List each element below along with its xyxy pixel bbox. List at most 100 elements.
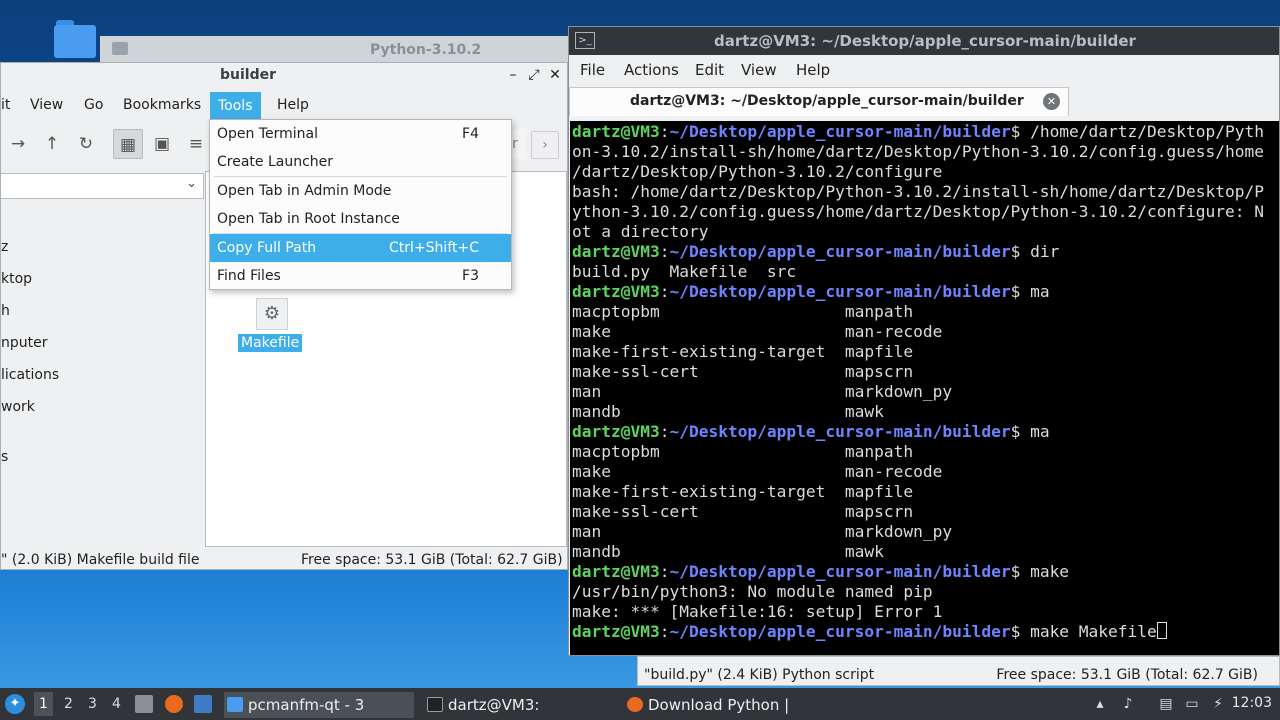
background-window-titlebar[interactable]: Python-3.10.2 — [100, 36, 570, 64]
sidebar-place-selector[interactable]: ⌄ — [1, 173, 204, 199]
menu-go[interactable]: Go — [84, 97, 103, 113]
menu-view[interactable]: View — [30, 97, 63, 113]
terminal-output-line: on-3.10.2/install-sh/home/dartz/Desktop/… — [572, 142, 1264, 161]
terminal-output-line: mandb mawk — [572, 542, 884, 561]
maximize-button[interactable]: ⤢ — [525, 66, 543, 84]
sidebar-item-devices[interactable]: s — [1, 449, 8, 465]
path-scroll-right-icon[interactable]: › — [531, 131, 559, 159]
menu-item-label: Open Tab in Root Instance — [217, 211, 400, 227]
thumbnail-view-icon[interactable]: ▣ — [147, 129, 177, 159]
menu-help[interactable]: Help — [277, 97, 309, 113]
menu-actions[interactable]: Actions — [624, 61, 679, 79]
file-manager-menubar: it View Go Bookmarks Tools Help — [1, 92, 567, 120]
terminal-output-line: make-first-existing-target mapfile — [572, 342, 914, 361]
file-manager-titlebar[interactable]: builder – ⤢ ✕ — [1, 63, 567, 88]
menu-view[interactable]: View — [741, 61, 777, 79]
terminal-titlebar[interactable]: >_ dartz@VM3: ~/Desktop/apple_cursor-mai… — [569, 27, 1279, 55]
file-manager-launcher-icon[interactable] — [135, 695, 153, 713]
menu-item-label: Open Terminal — [217, 126, 319, 142]
sidebar-item-home[interactable]: z — [1, 239, 8, 255]
terminal-prompt-line: dartz@VM3:~/Desktop/apple_cursor-main/bu… — [572, 122, 1264, 141]
sidebar-item-trash[interactable]: h — [1, 303, 10, 319]
status-selection: " (2.0 KiB) Makefile build file — [1, 552, 200, 568]
network-icon[interactable]: ▭ — [1184, 696, 1200, 712]
menu-item-open-tab-root[interactable]: Open Tab in Root Instance — [210, 205, 511, 233]
power-icon[interactable]: ⚡ — [1210, 696, 1226, 712]
terminal-menubar: File Actions Edit View Help — [569, 55, 1279, 85]
terminal-output-line: macptopbm manpath — [572, 302, 914, 321]
file-name-label[interactable]: Makefile — [238, 334, 303, 352]
menu-tools[interactable]: Tools — [210, 92, 261, 120]
desktop-folder-icon[interactable] — [54, 20, 96, 58]
terminal-output-line: man markdown_py — [572, 382, 953, 401]
clipboard-icon[interactable]: ▤ — [1158, 696, 1174, 712]
clock: 12:03 — [1231, 695, 1272, 711]
list-view-icon[interactable]: ≡ — [181, 129, 211, 159]
reload-icon[interactable]: ↻ — [71, 129, 101, 159]
start-menu-icon[interactable]: ✦ — [5, 694, 25, 714]
workspace-2[interactable]: 2 — [64, 696, 73, 712]
status-selection: "build.py" (2.4 KiB) Python script — [644, 667, 875, 683]
task-label: dartz@VM3: ~/Deskt... — [448, 696, 540, 714]
menu-file[interactable]: File — [580, 61, 605, 79]
terminal-title: dartz@VM3: ~/Desktop/apple_cursor-main/b… — [714, 32, 1136, 50]
terminal-tab[interactable]: dartz@VM3: ~/Desktop/apple_cursor-main/b… — [569, 87, 1069, 116]
menu-item-create-launcher[interactable]: Create Launcher — [210, 148, 511, 176]
sidebar-item-computer[interactable]: nputer — [1, 335, 48, 351]
menu-bookmarks[interactable]: Bookmarks — [123, 97, 201, 113]
file-manager-statusbar: " (2.0 KiB) Makefile build file Free spa… — [1, 549, 567, 569]
minimize-button[interactable]: – — [504, 66, 522, 84]
workspace-1[interactable]: 1 — [34, 692, 53, 716]
menu-help[interactable]: Help — [796, 61, 830, 79]
up-icon[interactable]: ↑ — [37, 129, 67, 159]
task-file-manager[interactable]: pcmanfm-qt - 3 windo... — [224, 692, 414, 718]
tray-arrow-icon[interactable]: ▴ — [1092, 696, 1108, 712]
menu-item-find-files[interactable]: Find Files F3 — [210, 262, 511, 290]
volume-icon[interactable]: ♪ — [1120, 696, 1136, 712]
prompt-path: ~/Desktop/apple_cursor-main/builder — [669, 122, 1011, 141]
workspace-4[interactable]: 4 — [112, 696, 121, 712]
forward-icon[interactable]: → — [3, 129, 33, 159]
terminal-output-line: make-ssl-cert mapscrn — [572, 362, 914, 381]
terminal-output-line: ython-3.10.2/config.guess/home/dartz/Des… — [572, 202, 1264, 221]
menu-edit[interactable]: it — [1, 97, 10, 113]
terminal-output-line: make: *** [Makefile:16: setup] Error 1 — [572, 602, 943, 621]
terminal-output-line: make-ssl-cert mapscrn — [572, 502, 914, 521]
file-manager-title: builder — [219, 67, 276, 83]
terminal-window: >_ dartz@VM3: ~/Desktop/apple_cursor-mai… — [568, 26, 1280, 656]
task-terminal[interactable]: dartz@VM3: ~/Deskt... — [424, 692, 614, 718]
sidebar-item-applications[interactable]: lications — [1, 367, 59, 383]
terminal-output-line: mandb mawk — [572, 402, 884, 421]
menu-item-open-tab-admin[interactable]: Open Tab in Admin Mode — [210, 177, 511, 205]
terminal-output-line: man markdown_py — [572, 522, 953, 541]
icon-view-icon[interactable]: ▦ — [113, 129, 143, 159]
tools-menu: Open Terminal F4 Create Launcher Open Ta… — [209, 119, 512, 290]
makefile-gear-icon[interactable]: ⚙ — [256, 298, 288, 330]
folder-icon — [227, 697, 243, 712]
prompt-path: ~/Desktop/apple_cursor-main/builder — [669, 622, 1011, 641]
menu-item-copy-full-path[interactable]: Copy Full Path Ctrl+Shift+C — [210, 234, 511, 262]
terminal-prompt-line: dartz@VM3:~/Desktop/apple_cursor-main/bu… — [572, 422, 1050, 441]
terminal-output-line: macptopbm manpath — [572, 442, 914, 461]
sidebar-item-network[interactable]: work — [1, 399, 35, 415]
close-tab-icon[interactable]: ✕ — [1043, 93, 1060, 110]
desktop-launcher-icon[interactable] — [194, 695, 212, 713]
terminal-prompt-line: dartz@VM3:~/Desktop/apple_cursor-main/bu… — [572, 282, 1050, 301]
firefox-launcher-icon[interactable] — [165, 695, 183, 713]
menu-item-open-terminal[interactable]: Open Terminal F4 — [210, 120, 511, 148]
terminal-output-line: /usr/bin/python3: No module named pip — [572, 582, 933, 601]
prompt-path: ~/Desktop/apple_cursor-main/builder — [669, 562, 1011, 581]
close-button[interactable]: ✕ — [546, 66, 564, 84]
terminal-output[interactable]: dartz@VM3:~/Desktop/apple_cursor-main/bu… — [570, 121, 1279, 655]
terminal-prompt-line: dartz@VM3:~/Desktop/apple_cursor-main/bu… — [572, 562, 1070, 581]
firefox-icon — [627, 697, 643, 712]
workspace-3[interactable]: 3 — [88, 696, 97, 712]
sidebar-item-desktop[interactable]: ktop — [1, 271, 32, 287]
menu-edit[interactable]: Edit — [695, 61, 724, 79]
terminal-output-line: make-first-existing-target mapfile — [572, 482, 914, 501]
terminal-output-line: make man-recode — [572, 322, 943, 341]
prompt-path: ~/Desktop/apple_cursor-main/builder — [669, 422, 1011, 441]
folder-icon — [112, 42, 128, 55]
task-firefox[interactable]: Download Python | P... — [624, 692, 814, 718]
terminal-tabbar: dartz@VM3: ~/Desktop/apple_cursor-main/b… — [569, 87, 1279, 116]
